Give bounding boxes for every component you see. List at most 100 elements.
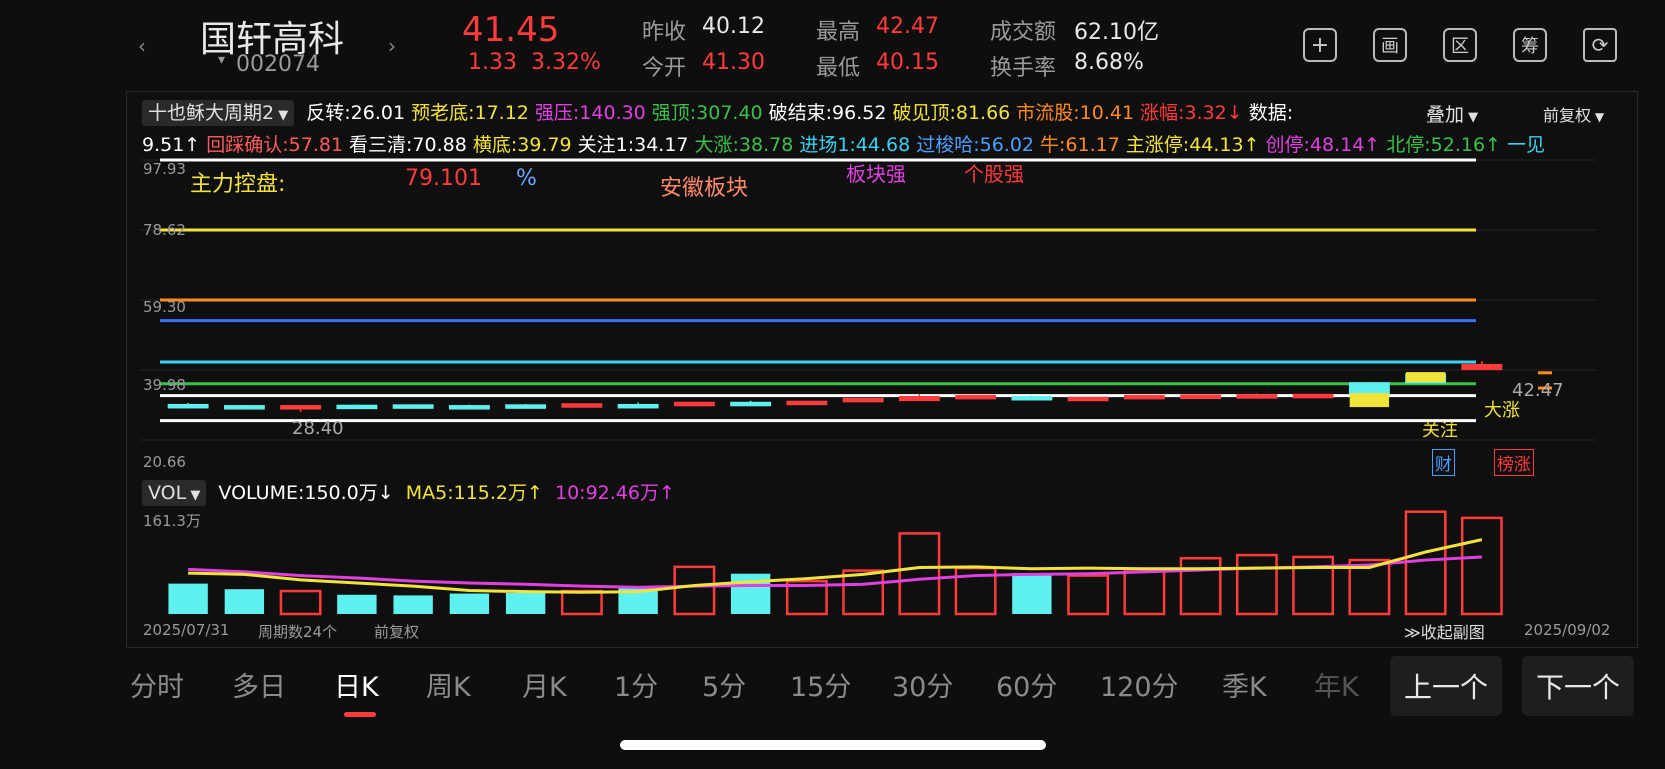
- low-label: 最低: [816, 56, 861, 81]
- main-force-value: 79.101: [405, 166, 482, 191]
- high-value: 42.47: [876, 14, 939, 39]
- rotate-icon[interactable]: ⟳: [1583, 28, 1617, 62]
- tab-daily-k[interactable]: 日K: [334, 665, 379, 704]
- indicator-row2-value: 过梭哈:56.02: [916, 134, 1034, 156]
- indicator-row1-value: 反转:26.01: [306, 102, 406, 124]
- collapse-subchart-button[interactable]: ≫收起副图: [1404, 619, 1485, 643]
- indicator-row1-value: 破结束:96.52: [768, 102, 887, 124]
- area-icon[interactable]: 区: [1443, 28, 1477, 62]
- adjust-selector[interactable]: 前复权 ▼: [1543, 102, 1604, 126]
- tab-monthly-k[interactable]: 月K: [522, 665, 567, 704]
- sector-label: 安徽板块: [660, 176, 749, 201]
- volume-bar: [842, 569, 885, 616]
- percent-label: %: [516, 166, 537, 191]
- volume-bar: [673, 565, 716, 616]
- tab-yearly-k[interactable]: 年K: [1314, 665, 1359, 704]
- y-tick-label: 78.62: [143, 221, 186, 239]
- stock-code[interactable]: 002074: [236, 52, 320, 77]
- draw-icon[interactable]: 画: [1373, 28, 1407, 62]
- indicator-row2-value: 看三清:70.88: [349, 134, 467, 156]
- volume-bar: [1012, 573, 1052, 614]
- volume-chart[interactable]: [140, 508, 1616, 616]
- indicator-values-1: 反转:26.01 预老底:17.12 强压:140.30 强顶:307.40 破结束:9…: [306, 102, 1299, 124]
- volume-bar: [898, 532, 941, 616]
- prev-stock-arrow-icon[interactable]: ‹: [138, 34, 146, 58]
- indicator-row1-value: 强顶:307.40: [651, 102, 763, 124]
- price-change-pct: 3.32%: [531, 50, 601, 75]
- rise-tag-box: [1405, 372, 1446, 383]
- tab-multiday[interactable]: 多日: [232, 665, 286, 704]
- indicator-row1-value: 涨幅:3.32↓: [1140, 102, 1243, 124]
- volume-bar: [224, 589, 265, 614]
- prev-stock-button[interactable]: 上一个: [1390, 656, 1502, 716]
- end-date: 2025/09/02: [1524, 621, 1611, 639]
- indicator-row-2: 9.51↑ 回踩确认:57.81 看三清:70.88 横底:39.79 关注1:34.1…: [142, 130, 1632, 157]
- tag-finance[interactable]: 财: [1432, 449, 1455, 476]
- tab-1min[interactable]: 1分: [614, 665, 658, 704]
- tab-quarterly-k[interactable]: 季K: [1222, 665, 1267, 704]
- volume-bar: [505, 592, 546, 614]
- volume-bar: [1404, 510, 1447, 616]
- indicator-row1-value: 数据:: [1248, 102, 1294, 124]
- chevron-down-icon: ▼: [186, 488, 201, 503]
- candle-body: [561, 403, 603, 408]
- tab-60min[interactable]: 60分: [996, 665, 1057, 704]
- tag-rank[interactable]: 榜涨: [1494, 449, 1534, 476]
- indicator-row2-value: 关注1:34.17: [577, 134, 689, 156]
- volume-header: VOL ▼ VOLUME:150.0万↓ MA5:115.2万↑ 10:92.4…: [142, 478, 681, 506]
- high-label: 最高: [816, 20, 861, 45]
- indicator-values-2: 9.51↑ 回踩确认:57.81 看三清:70.88 横底:39.79 关注1:34.1…: [142, 134, 1551, 156]
- candle-body: [223, 405, 265, 410]
- candle-body: [1292, 393, 1334, 399]
- tab-15min[interactable]: 15分: [790, 665, 851, 704]
- caret-down-icon[interactable]: ▾: [218, 52, 225, 68]
- follow-tag-box: [1349, 393, 1390, 408]
- candle-body: [392, 404, 434, 409]
- candle-body: [448, 405, 490, 410]
- next-stock-arrow-icon[interactable]: ›: [388, 34, 396, 58]
- y-tick-label: 59.30: [143, 298, 186, 316]
- volume-bar: [168, 583, 208, 614]
- prev-close-label: 昨收: [642, 20, 687, 45]
- candle-body: [842, 397, 884, 403]
- tab-5min[interactable]: 5分: [702, 665, 746, 704]
- candle-body: [280, 405, 322, 410]
- volume-bar: [393, 595, 433, 614]
- next-stock-button[interactable]: 下一个: [1522, 656, 1634, 716]
- volume-indicator-name: VOL: [148, 482, 187, 504]
- start-date: 2025/07/31: [143, 621, 230, 639]
- y-tick-label: 97.93: [143, 160, 186, 178]
- indicator-row2-value: 横底:39.79: [472, 134, 572, 156]
- tab-120min[interactable]: 120分: [1100, 665, 1179, 704]
- tab-weekly-k[interactable]: 周K: [426, 665, 471, 704]
- indicator-row2-value: 一见: [1506, 134, 1545, 156]
- main-force-label: 主力控盘:: [190, 172, 286, 197]
- indicator-row2-value: 回踩确认:57.81: [206, 134, 344, 156]
- volume-bar: [560, 589, 603, 616]
- candle-body: [336, 404, 378, 410]
- volume-selector[interactable]: VOL ▼: [142, 480, 207, 506]
- indicator-selector[interactable]: 十也稣大周期2 ▼: [142, 100, 295, 126]
- volume-ma10: 10:92.46万↑: [554, 482, 675, 504]
- candle-body: [1011, 395, 1053, 401]
- volume-ma10-line: [188, 555, 1482, 589]
- adjust-note: 前复权: [374, 623, 420, 641]
- tab-30min[interactable]: 30分: [892, 665, 953, 704]
- tab-intraday[interactable]: 分时: [130, 665, 184, 704]
- price-chart[interactable]: [140, 156, 1616, 470]
- candle-body: [1236, 394, 1278, 399]
- plus-icon[interactable]: +: [1303, 28, 1337, 62]
- volume-value: VOLUME:150.0万↓: [218, 482, 394, 504]
- volume-bar: [337, 594, 377, 614]
- volume-ma5: MA5:115.2万↑: [405, 482, 543, 504]
- indicator-name: 十也稣大周期2: [148, 102, 275, 124]
- candle-body: [898, 395, 940, 402]
- turnover-rate-value: 8.68%: [1074, 50, 1144, 75]
- overlay-selector[interactable]: 叠加 ▼: [1426, 100, 1478, 127]
- period-count: 周期数24个: [258, 623, 338, 641]
- volume-bar: [449, 593, 490, 614]
- active-tab-indicator: [344, 712, 376, 717]
- chip-icon[interactable]: 筹: [1513, 28, 1547, 62]
- min-price-label: 28.40: [292, 418, 344, 439]
- low-value: 40.15: [876, 50, 939, 75]
